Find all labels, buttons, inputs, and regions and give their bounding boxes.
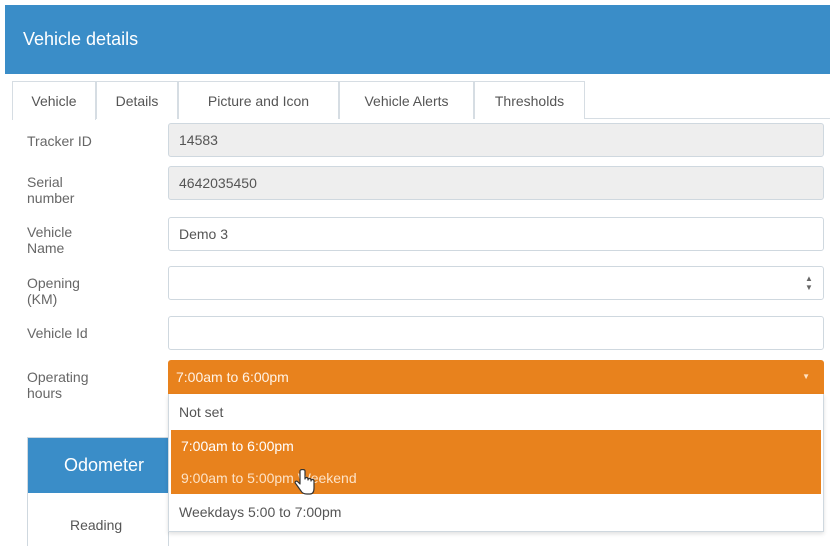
vehicle-name-label: Vehicle Name (27, 224, 72, 256)
spinner-down-icon[interactable]: ▼ (805, 283, 813, 292)
operating-hours-label: Operating hours (27, 369, 88, 401)
spinner-up-icon[interactable]: ▲ (805, 274, 813, 283)
page-title: Vehicle details (23, 29, 139, 49)
operating-hours-select[interactable]: 7:00am to 6:00pm ▼ (168, 360, 824, 394)
spinner-arrows-icon[interactable]: ▲ ▼ (801, 273, 817, 293)
tracker-id-value: 14583 (179, 132, 218, 148)
vehicle-id-label: Vehicle Id (27, 325, 88, 341)
hand-pointer-icon (294, 469, 315, 495)
window-header: Vehicle details (5, 5, 830, 74)
dropdown-option[interactable]: Weekdays 5:00 to 7:00pm (169, 496, 823, 528)
tab-picture-and-icon[interactable]: Picture and Icon (178, 81, 339, 119)
tab-vehicle-alerts[interactable]: Vehicle Alerts (339, 81, 474, 119)
tab-vehicle[interactable]: Vehicle (12, 81, 96, 120)
operating-hours-dropdown: Not set 7:00am to 6:00pm 9:00am to 5:00p… (168, 394, 824, 532)
dropdown-option[interactable]: Not set (169, 396, 823, 428)
tracker-id-label: Tracker ID (27, 133, 92, 149)
vehicle-id-input[interactable] (168, 316, 824, 350)
serial-number-label-line1: Serial (27, 174, 63, 190)
serial-number-field: 4642035450 (168, 166, 824, 200)
vehicle-name-label-line2: Name (27, 240, 65, 256)
odometer-reading-label: Reading (70, 517, 123, 533)
opening-km-label-line2: (KM) (27, 291, 58, 307)
odometer-panel: Odometer Reading (27, 437, 169, 546)
vehicle-name-label-line1: Vehicle (27, 224, 73, 240)
opening-km-label: Opening (KM) (27, 275, 80, 307)
operating-hours-label-line2: hours (27, 385, 63, 401)
odometer-title: Odometer (28, 438, 168, 493)
serial-number-label-line2: number (27, 190, 75, 206)
opening-km-input[interactable]: ▲ ▼ (168, 266, 824, 300)
tab-details[interactable]: Details (96, 81, 178, 119)
vehicle-name-input[interactable]: Demo 3 (168, 217, 824, 251)
serial-number-value: 4642035450 (179, 175, 257, 191)
tracker-id-field: 14583 (168, 123, 824, 157)
opening-km-label-line1: Opening (27, 275, 80, 291)
serial-number-label: Serial number (27, 174, 74, 206)
dropdown-option[interactable]: 7:00am to 6:00pm (171, 430, 821, 462)
operating-hours-selected: 7:00am to 6:00pm (176, 369, 289, 385)
dropdown-option[interactable]: 9:00am to 5:00pm Weekend (171, 462, 821, 494)
operating-hours-label-line1: Operating (27, 369, 89, 385)
tab-thresholds[interactable]: Thresholds (474, 81, 585, 119)
tab-bar: Vehicle Details Picture and Icon Vehicle… (12, 81, 830, 120)
vehicle-name-value: Demo 3 (179, 226, 229, 242)
caret-down-icon[interactable]: ▼ (802, 372, 810, 381)
